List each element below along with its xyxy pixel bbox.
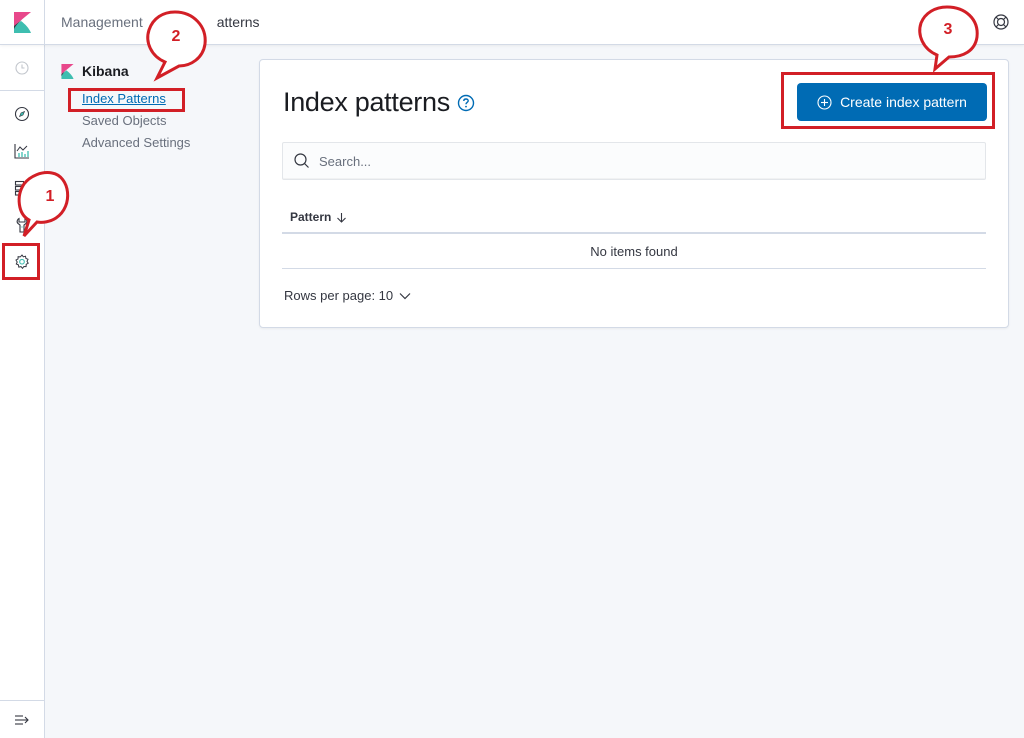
side-nav: [0, 45, 45, 738]
search-box: [282, 142, 986, 180]
management-sidebar: Kibana Index Patterns Saved Objects Adva…: [61, 62, 241, 154]
breadcrumb: Management atterns: [61, 14, 260, 30]
question-circle-icon: [457, 94, 475, 112]
nav-management[interactable]: [0, 247, 44, 277]
index-patterns-panel: Index patterns Create index pattern Patt…: [259, 59, 1009, 328]
gear-icon: [15, 254, 29, 270]
wrench-icon: [16, 217, 28, 233]
sidebar-item-advanced-settings[interactable]: Advanced Settings: [82, 132, 241, 154]
breadcrumb-management[interactable]: Management: [61, 14, 143, 30]
column-header-label: Pattern: [290, 210, 332, 224]
compass-icon: [14, 106, 30, 122]
column-header-pattern[interactable]: Pattern: [282, 202, 986, 234]
rows-per-page-label: Rows per page: 10: [284, 288, 394, 303]
plus-circle-icon: [817, 94, 832, 110]
breadcrumb-separator: [149, 14, 211, 30]
search-input[interactable]: [319, 153, 959, 169]
kibana-logo-icon: [61, 63, 74, 79]
nav-recently-viewed[interactable]: [0, 45, 44, 91]
nav-visualize[interactable]: [0, 136, 44, 166]
sidebar-item-saved-objects[interactable]: Saved Objects: [82, 110, 241, 132]
page-title: Index patterns: [283, 87, 450, 117]
top-header: Management atterns: [0, 0, 1024, 45]
sidebar-item-index-patterns[interactable]: Index Patterns: [82, 88, 241, 110]
sort-arrow-down-icon: [337, 212, 347, 223]
sidebar-section-kibana: Kibana: [61, 62, 241, 80]
search-icon: [294, 153, 309, 168]
sidebar-title: Kibana: [82, 63, 129, 79]
create-index-pattern-button[interactable]: Create index pattern: [797, 83, 987, 121]
nav-dev-tools[interactable]: [0, 210, 44, 240]
collapse-nav-icon: [15, 714, 29, 725]
kibana-logo[interactable]: [0, 0, 45, 45]
lifebuoy-icon: [993, 14, 1009, 30]
clock-icon: [15, 60, 29, 75]
dashboard-icon: [14, 180, 25, 196]
nav-discover[interactable]: [0, 99, 44, 129]
rows-per-page-select[interactable]: Rows per page: 10: [284, 288, 411, 303]
title-help-button[interactable]: [457, 94, 475, 112]
create-button-label: Create index pattern: [840, 94, 967, 110]
help-menu-button[interactable]: [992, 13, 1010, 31]
index-patterns-table: Pattern No items found: [282, 202, 986, 269]
table-empty-message: No items found: [282, 234, 986, 269]
breadcrumb-current: atterns: [216, 14, 260, 30]
nav-dashboard[interactable]: [0, 173, 44, 203]
kibana-logo-icon: [13, 12, 31, 33]
chart-icon: [14, 144, 29, 159]
nav-collapse-button[interactable]: [0, 700, 44, 738]
chevron-down-icon: [399, 292, 411, 299]
